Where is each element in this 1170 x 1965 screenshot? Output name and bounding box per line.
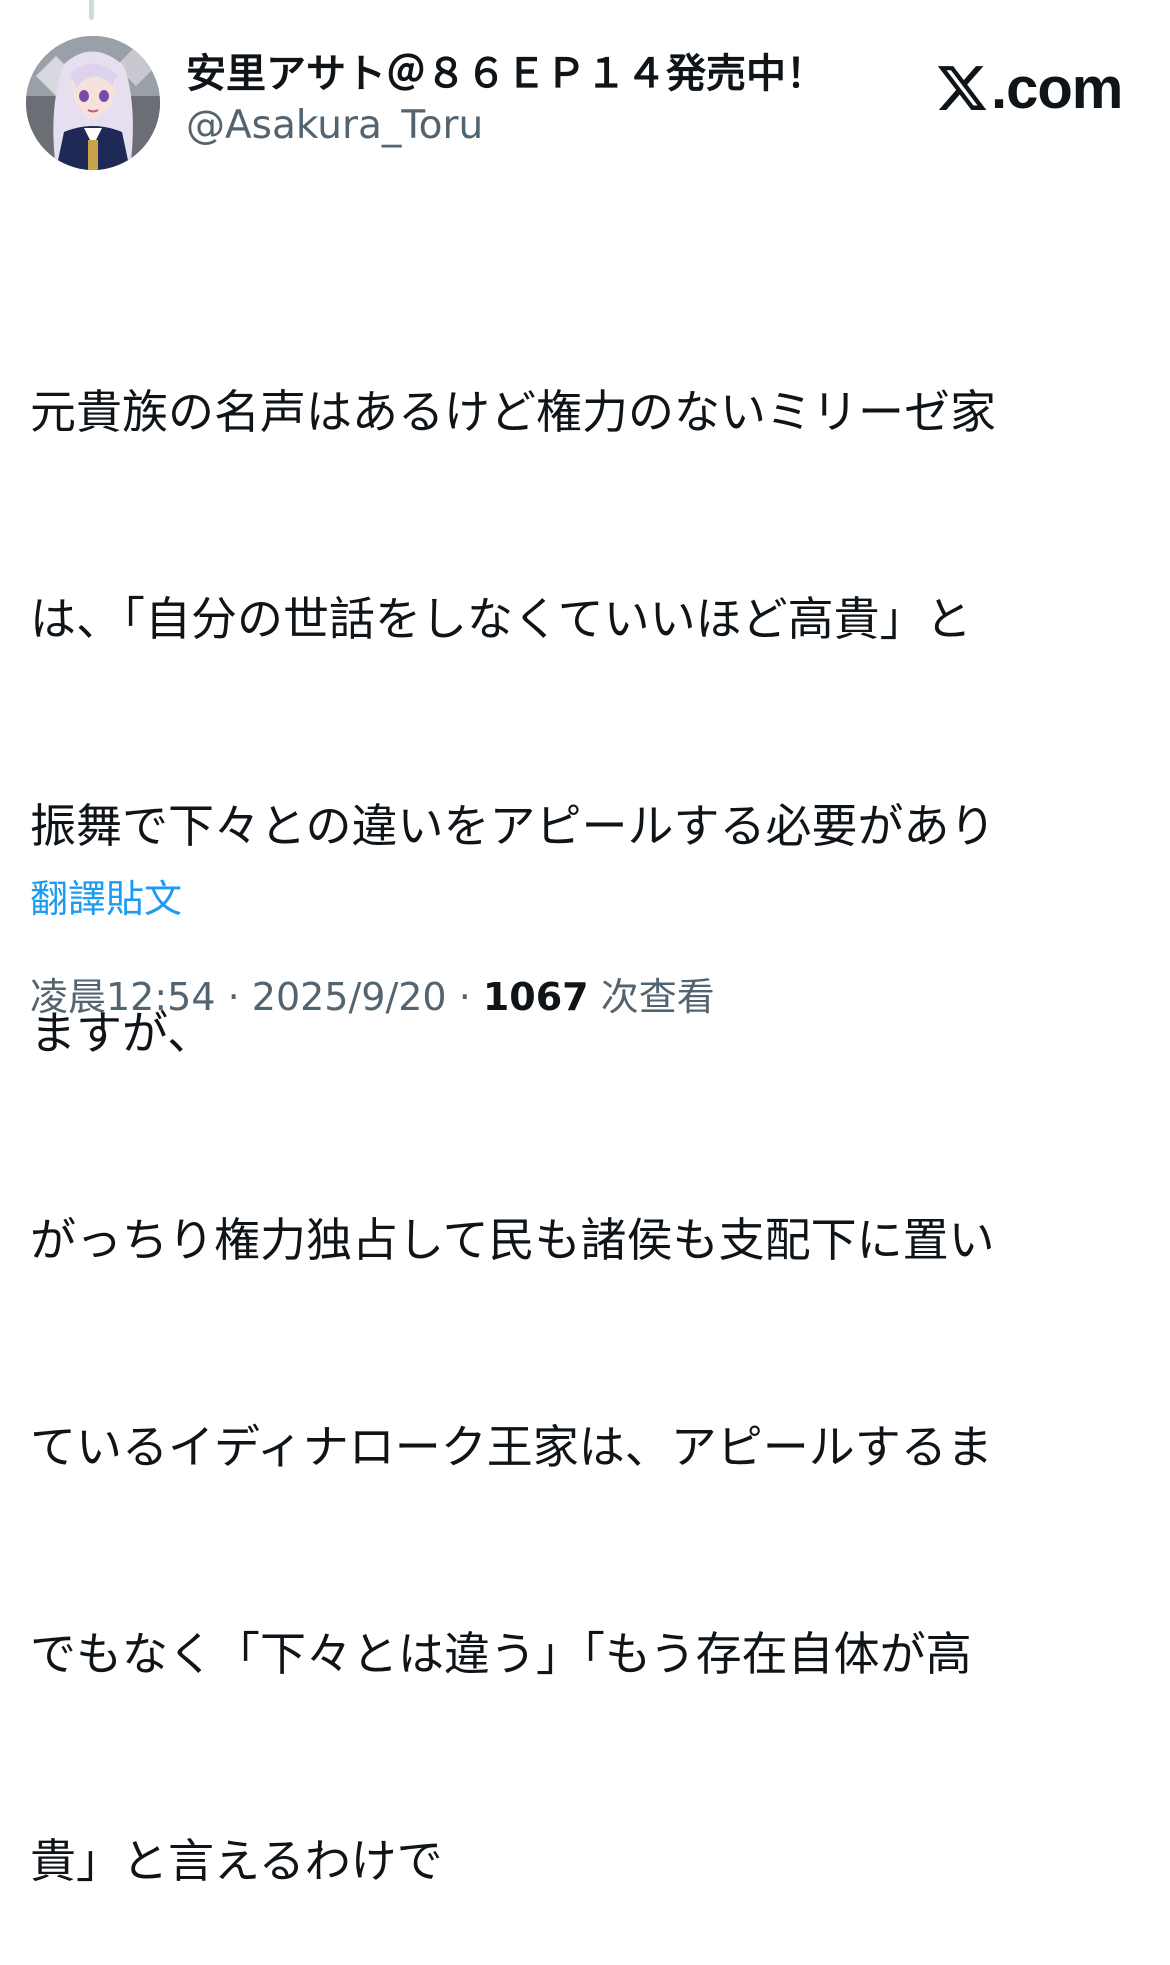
author-display-name[interactable]: 安里アサト＠８６ＥＰ１４発売中！ — [186, 48, 906, 100]
views-count: 1067 — [482, 975, 589, 1019]
tweet-meta: 凌晨12:54 · 2025/9/20 · 1067 次查看 — [30, 968, 715, 1026]
tweet-line: がっちり権力独占して民も諸侯も支配下に置い — [30, 1213, 995, 1267]
tweet-line: でもなく「下々とは違う」「もう存在自体が高 — [30, 1627, 972, 1681]
views-label: 次查看 — [600, 975, 715, 1019]
author-handle[interactable]: @Asakura_Toru — [186, 100, 906, 152]
tweet-line: ているイディナローク王家は、アピールするま — [30, 1420, 993, 1474]
tweet-line: は、「自分の世話をしなくていいほど高貴」と — [30, 592, 972, 646]
meta-separator: · — [446, 975, 483, 1019]
brand-domain-text: .com — [991, 55, 1123, 121]
anime-character-avatar-icon — [26, 36, 160, 170]
tweet-text: 元貴族の名声はあるけど権力のないミリーゼ家 は、「自分の世話をしなくていいほど高… — [30, 240, 1130, 1965]
thread-connector-line — [89, 0, 94, 20]
tweet-date[interactable]: 2025/9/20 — [252, 975, 447, 1019]
avatar[interactable] — [26, 36, 160, 170]
tweet-line: 元貴族の名声はあるけど権力のないミリーゼ家 — [30, 385, 996, 439]
tweet-line: 振舞で下々との違いをアピールする必要があり — [30, 799, 996, 853]
brand-watermark: .com — [935, 52, 1123, 124]
meta-separator: · — [215, 975, 252, 1019]
tweet-line: 貴」と言えるわけで — [30, 1834, 443, 1888]
tweet-time[interactable]: 凌晨12:54 — [30, 975, 216, 1019]
x-logo-icon — [937, 66, 987, 110]
author-info[interactable]: 安里アサト＠８６ＥＰ１４発売中！ @Asakura_Toru — [186, 48, 906, 152]
translate-post-link[interactable]: 翻譯貼文 — [30, 872, 182, 926]
